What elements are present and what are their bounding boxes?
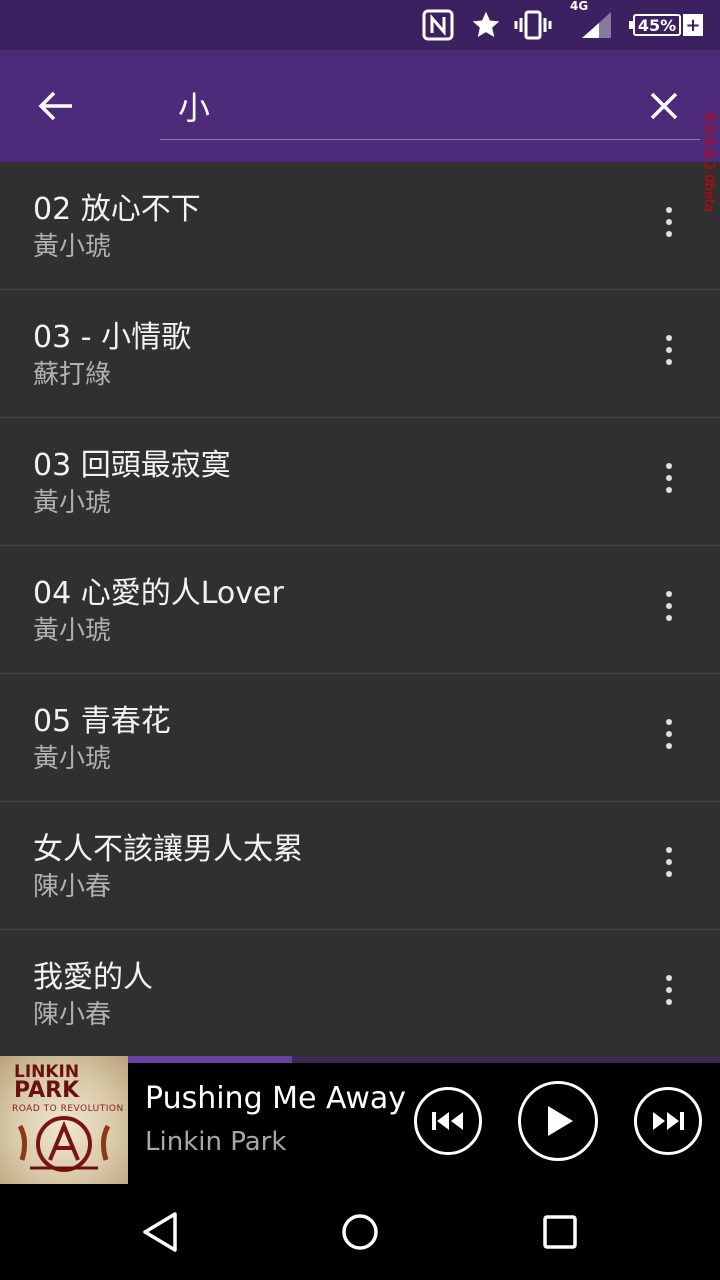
song-item[interactable]: 女人不該讓男人太累 陳小春 <box>0 802 720 930</box>
song-artist: 陳小春 <box>33 872 112 902</box>
song-title: 03 - 小情歌 <box>33 320 192 355</box>
more-options-icon[interactable] <box>648 322 690 378</box>
more-options-icon[interactable] <box>648 578 690 634</box>
system-nav-bar <box>0 1184 720 1280</box>
album-art[interactable]: LINKIN PARK ROAD TO REVOLUTION <box>0 1056 128 1184</box>
back-button[interactable] <box>24 78 88 134</box>
song-title: 03 回頭最寂寞 <box>33 448 231 483</box>
back-arrow-icon <box>38 91 72 121</box>
battery-icon: 45% + <box>626 0 706 50</box>
song-item[interactable]: 我愛的人 陳小春 <box>0 930 720 1056</box>
battery-level: 45% <box>629 14 681 36</box>
song-item[interactable]: 04 心愛的人Lover 黃小琥 <box>0 546 720 674</box>
song-artist: 陳小春 <box>33 1000 112 1030</box>
song-artist: 黃小琥 <box>33 232 112 262</box>
close-icon <box>650 92 678 120</box>
play-icon <box>548 1106 573 1136</box>
previous-track-icon <box>432 1112 463 1130</box>
song-artist: 黃小琥 <box>33 488 112 518</box>
search-input[interactable] <box>178 84 618 128</box>
battery-percent: 45% <box>637 15 677 35</box>
next-track-icon <box>653 1112 684 1130</box>
next-button[interactable] <box>634 1087 702 1155</box>
charging-icon: + <box>683 14 703 36</box>
song-item[interactable]: 05 青春花 黃小琥 <box>0 674 720 802</box>
song-item[interactable]: 03 - 小情歌 蘇打綠 <box>0 290 720 418</box>
song-title: 女人不該讓男人太累 <box>33 832 303 867</box>
play-button[interactable] <box>518 1081 598 1161</box>
more-options-icon[interactable] <box>648 706 690 762</box>
recents-square-icon <box>543 1215 577 1249</box>
status-bar: 4G 45% + <box>0 0 720 50</box>
more-options-icon[interactable] <box>648 962 690 1018</box>
song-artist: 蘇打綠 <box>33 360 112 390</box>
song-list[interactable]: 02 放心不下 黃小琥 03 - 小情歌 蘇打綠 03 回頭最寂寞 黃小琥 04… <box>0 162 720 1056</box>
nav-home-button[interactable] <box>330 1204 390 1260</box>
mini-player[interactable]: LINKIN PARK ROAD TO REVOLUTION Pushing M… <box>0 1056 720 1184</box>
nav-back-button[interactable] <box>130 1204 190 1260</box>
nav-recents-button[interactable] <box>530 1204 590 1260</box>
more-options-icon[interactable] <box>648 194 690 250</box>
search-app-bar <box>0 50 720 162</box>
now-playing-artist: Linkin Park <box>145 1127 287 1157</box>
star-icon <box>466 0 506 50</box>
album-art-line3: ROAD TO REVOLUTION <box>12 1104 124 1114</box>
previous-button[interactable] <box>414 1087 482 1155</box>
song-artist: 黃小琥 <box>33 744 112 774</box>
song-item[interactable]: 02 放心不下 黃小琥 <box>0 162 720 290</box>
more-options-icon[interactable] <box>648 834 690 890</box>
song-item[interactable]: 03 回頭最寂寞 黃小琥 <box>0 418 720 546</box>
song-title: 我愛的人 <box>33 960 153 995</box>
nfc-icon <box>420 0 456 50</box>
song-title: 04 心愛的人Lover <box>33 576 284 611</box>
now-playing-title: Pushing Me Away <box>145 1081 407 1116</box>
vibrate-icon <box>512 0 554 50</box>
song-title: 02 放心不下 <box>33 192 201 227</box>
home-circle-icon <box>342 1214 378 1250</box>
back-triangle-icon <box>143 1212 177 1252</box>
search-field[interactable] <box>160 72 700 140</box>
album-art-line2: PARK <box>14 1078 80 1103</box>
more-options-icon[interactable] <box>648 450 690 506</box>
clear-search-button[interactable] <box>636 78 692 134</box>
song-title: 05 青春花 <box>33 704 171 739</box>
signal-icon <box>576 0 616 50</box>
song-artist: 黃小琥 <box>33 616 112 646</box>
